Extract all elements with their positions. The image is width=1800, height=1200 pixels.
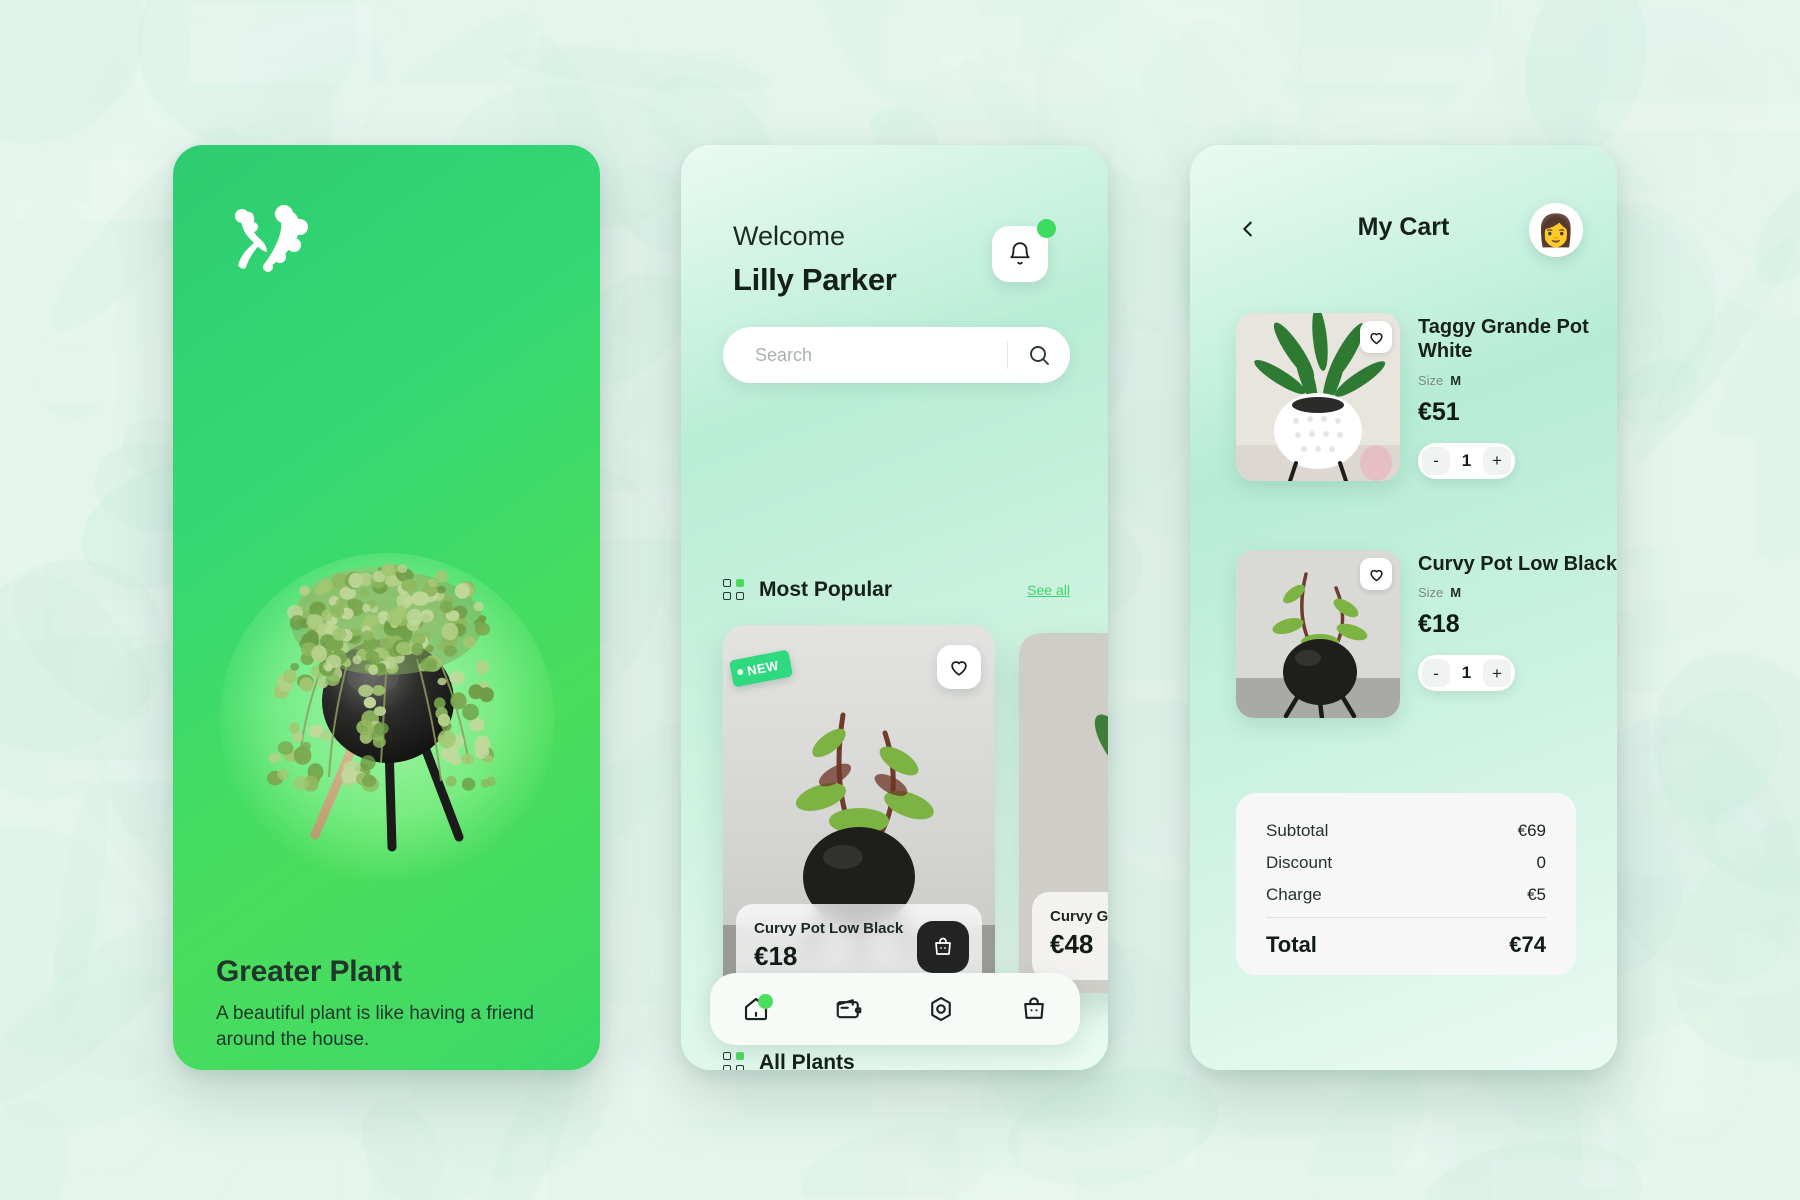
quantity-decrease-button[interactable]: - [1422, 659, 1450, 688]
bell-icon [1010, 242, 1030, 265]
grid-icon [723, 1052, 745, 1070]
cart-screen: My Cart 👩 Taggy Grande Pot White Size M … [1190, 145, 1617, 1070]
product-name: Curvy Grande Pot White [1050, 908, 1108, 925]
search-icon [1030, 346, 1049, 365]
cart-item: Taggy Grande Pot White Size M €51 - 1 + [1236, 313, 1589, 481]
hexagon-settings-icon [931, 996, 952, 1022]
hero-plant-image [266, 563, 496, 852]
quantity-value: 1 [1461, 663, 1472, 683]
favorite-button[interactable] [1360, 321, 1392, 353]
cart-item: Curvy Pot Low Black Size M €18 - 1 + [1236, 550, 1617, 718]
summary-total-label: Total [1266, 932, 1317, 957]
summary-value: €5 [1527, 885, 1546, 904]
cart-item-info: Curvy Pot Low Black Size M €18 - 1 + [1418, 552, 1617, 692]
summary-value: €69 [1517, 821, 1546, 840]
summary-label: Subtotal [1266, 821, 1329, 840]
nav-wallet-button[interactable] [821, 981, 877, 1037]
size-value: M [1450, 372, 1462, 388]
mockup-stage: Greater Plant A beautiful plant is like … [0, 0, 1800, 1200]
order-summary: Subtotal €69 Discount 0 Charge €5 Total … [1236, 793, 1576, 975]
favorite-button[interactable] [1360, 558, 1392, 590]
quantity-increase-button[interactable]: + [1483, 659, 1511, 688]
nav-home-button[interactable] [728, 981, 784, 1037]
summary-label: Charge [1266, 885, 1322, 904]
bag-icon [1023, 997, 1044, 1019]
wallet-icon [836, 999, 862, 1019]
quantity-increase-button[interactable]: + [1483, 446, 1511, 475]
product-card[interactable]: Curvy Grande Pot White €48 [1019, 633, 1108, 993]
grid-icon [723, 579, 745, 601]
cart-item-size: Size M [1418, 585, 1617, 600]
page-title: Greater Plant [216, 955, 402, 988]
see-all-link[interactable]: See all [1027, 582, 1070, 598]
cart-item-name: Taggy Grande Pot White [1418, 316, 1589, 363]
section-title: All Plants [759, 1051, 855, 1070]
product-card-footer: Curvy Grande Pot White €48 [1032, 892, 1108, 980]
cart-item-info: Taggy Grande Pot White Size M €51 - 1 + [1418, 315, 1617, 479]
nav-bag-button[interactable] [1006, 981, 1062, 1037]
onboarding-screen: Greater Plant A beautiful plant is like … [173, 145, 600, 1070]
welcome-label: Welcome [733, 221, 846, 251]
cart-item-price: €51 [1418, 397, 1460, 426]
favorite-button[interactable] [937, 645, 981, 689]
add-to-bag-button[interactable] [917, 921, 969, 973]
quantity-value: 1 [1461, 450, 1472, 470]
summary-row: Charge €5 [1266, 885, 1546, 905]
cart-item-thumbnail[interactable] [1236, 313, 1400, 481]
summary-label: Discount [1266, 853, 1333, 872]
summary-value: 0 [1536, 853, 1546, 872]
new-badge-label: NEW [745, 657, 781, 679]
leaf-logo-icon [235, 205, 308, 272]
quantity-stepper[interactable]: - 1 + [1418, 442, 1515, 479]
heart-icon [1369, 569, 1383, 581]
summary-divider [1266, 917, 1546, 918]
shopping-bag-icon [935, 937, 951, 955]
summary-row: Subtotal €69 [1266, 821, 1546, 841]
summary-total-row: Total €74 [1266, 932, 1546, 958]
product-price: €48 [1050, 929, 1094, 959]
search-input[interactable] [723, 344, 1007, 366]
section-title: Most Popular [759, 578, 893, 601]
section-header-most-popular: Most Popular See all [723, 575, 1070, 605]
notification-badge-dot [1037, 219, 1056, 238]
size-value: M [1450, 585, 1462, 601]
section-header-all-plants: All Plants [723, 1048, 1070, 1070]
size-label: Size [1418, 585, 1444, 601]
size-label: Size [1418, 372, 1444, 388]
onboarding-copy: Greater Plant A beautiful plant is like … [216, 955, 561, 1052]
cart-item-size: Size M [1418, 373, 1617, 388]
cart-item-name: Curvy Pot Low Black [1418, 553, 1617, 575]
product-card[interactable]: NEW Curvy Pot Low Black €18 [723, 625, 995, 1005]
onboarding-subtitle: A beautiful plant is like having a frien… [216, 1003, 534, 1050]
cart-item-price: €18 [1418, 610, 1460, 639]
bottom-navigation [710, 973, 1080, 1045]
quantity-decrease-button[interactable]: - [1422, 446, 1450, 475]
heart-icon [951, 661, 967, 676]
popular-cards-row: NEW Curvy Pot Low Black €18 Curvy G €48 [723, 625, 1108, 1005]
heart-icon [1369, 332, 1383, 344]
quantity-stepper[interactable]: - 1 + [1418, 655, 1515, 692]
nav-settings-button[interactable] [913, 981, 969, 1037]
user-name: Lilly Parker [733, 262, 897, 297]
home-screen: Welcome Lilly Parker Search Most Popular… [681, 145, 1108, 1070]
summary-total-value: €74 [1509, 932, 1546, 957]
avatar[interactable]: 👩 [1529, 203, 1583, 257]
cart-item-thumbnail[interactable] [1236, 550, 1400, 718]
summary-row: Discount 0 [1266, 853, 1546, 873]
search-bar[interactable] [723, 327, 1070, 383]
search-submit-button[interactable] [1008, 327, 1070, 383]
